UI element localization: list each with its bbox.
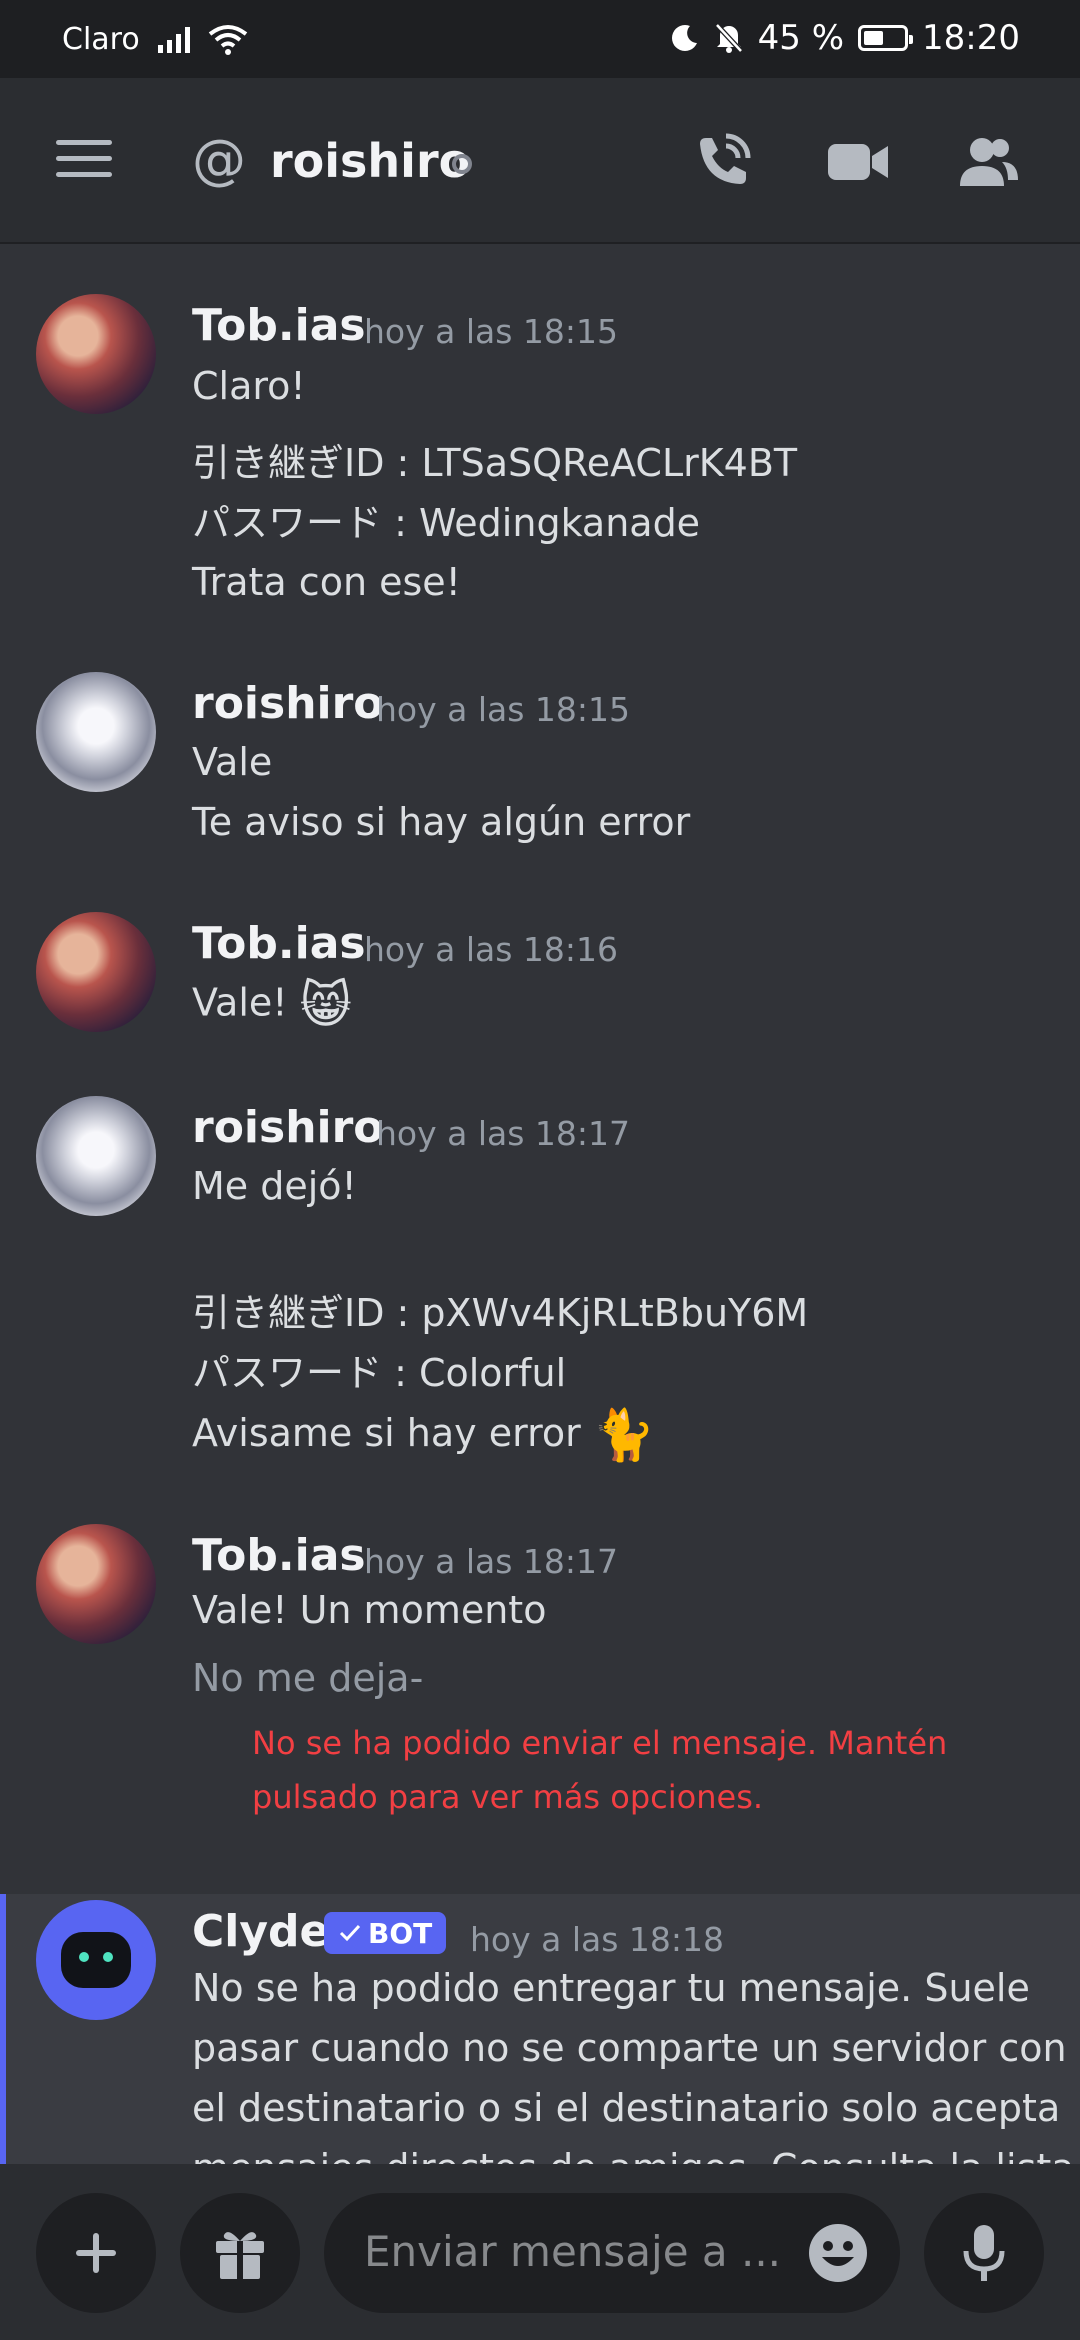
clyde-avatar[interactable] [36, 1900, 156, 2020]
avatar[interactable] [36, 912, 156, 1032]
message-list[interactable]: Tob.ias hoy a las 18:15 Claro! 引き継ぎID : … [0, 244, 1080, 2164]
moon-icon [671, 25, 697, 51]
channel-title[interactable]: roishiro [270, 134, 470, 188]
composer-bar: Enviar mensaje a ... [0, 2164, 1080, 2340]
message-author[interactable]: Tob.ias [192, 1530, 366, 1581]
send-error-notice[interactable]: No se ha podido enviar el mensaje. Manté… [252, 1716, 992, 1824]
status-right: 45 % 18:20 [670, 18, 1020, 58]
avatar[interactable] [36, 1524, 156, 1644]
offline-status-icon [452, 154, 472, 174]
message-text: パスワード : Colorful [192, 1351, 567, 1395]
message-input-placeholder: Enviar mensaje a ... [364, 2227, 782, 2276]
message-author[interactable]: Tob.ias [192, 918, 366, 969]
message-text: パスワード : Wedingkanade [192, 501, 701, 545]
message-text: Vale! Un momento [192, 1588, 547, 1632]
message-text: Claro! [192, 364, 306, 408]
status-left: Claro [62, 22, 248, 57]
battery-percent: 45 % [757, 18, 845, 58]
wifi-icon [208, 24, 247, 55]
add-attachment-button[interactable] [36, 2193, 156, 2313]
signal-icon [157, 26, 190, 53]
message-timestamp: hoy a las 18:17 [364, 1542, 619, 1581]
message-text: Me dejó! [192, 1164, 357, 1208]
failed-message-text[interactable]: No me deja- [192, 1656, 423, 1700]
message-text: Trata con ese! [192, 560, 461, 604]
message-author[interactable]: roishiro [192, 678, 384, 729]
voice-message-button[interactable] [924, 2193, 1044, 2313]
carrier-label: Claro [62, 22, 140, 57]
message-text-part: Avisame si hay error [192, 1411, 581, 1455]
message-text: pasar cuando no se comparte un servidor … [192, 2026, 1067, 2070]
microphone-icon [963, 2225, 1005, 2281]
clock: 18:20 [922, 18, 1020, 58]
message-text-part: Vale! [192, 980, 288, 1025]
message-timestamp: hoy a las 18:16 [364, 930, 619, 969]
message-input[interactable]: Enviar mensaje a ... [324, 2193, 900, 2313]
checkmark-icon [339, 1924, 361, 1942]
message-text: Avisame si hay error 🐈 [192, 1406, 655, 1465]
status-bar: Claro 45 % 18:20 [0, 0, 1080, 78]
gift-button[interactable] [180, 2193, 300, 2313]
message-text: No se ha podido entregar tu mensaje. Sue… [192, 1966, 1030, 2010]
avatar[interactable] [36, 294, 156, 414]
message-author[interactable]: roishiro [192, 1102, 384, 1153]
video-call-icon[interactable] [826, 130, 890, 194]
message-author[interactable]: Tob.ias [192, 300, 366, 351]
call-icon[interactable] [690, 130, 754, 194]
avatar[interactable] [36, 1096, 156, 1216]
plus-icon [76, 2233, 116, 2273]
members-icon[interactable] [956, 130, 1020, 194]
message-text: el destinatario o si el destinatario sol… [192, 2086, 1061, 2130]
message-text: 引き継ぎID : LTSaSQReACLrK4BT [192, 441, 798, 485]
muted-bell-icon [714, 23, 743, 53]
avatar[interactable] [36, 672, 156, 792]
message-text: Te aviso si hay algún error [192, 800, 691, 844]
bot-badge-label: BOT [368, 1916, 433, 1950]
send-error-line: pulsado para ver más opciones. [252, 1778, 764, 1816]
at-icon: @ [192, 128, 246, 191]
message-text: Vale! 😸 [192, 976, 352, 1034]
channel-header: @ roishiro [0, 78, 1080, 244]
message-timestamp: hoy a las 18:17 [376, 1114, 631, 1153]
menu-icon[interactable] [56, 140, 112, 178]
bot-badge: BOT [324, 1912, 447, 1954]
cat-emoji[interactable]: 🐈 [593, 1406, 655, 1465]
send-error-line: No se ha podido enviar el mensaje. Manté… [252, 1724, 948, 1762]
message-text: 引き継ぎID : pXWv4KjRLtBbuY6M [192, 1291, 809, 1335]
message-timestamp: hoy a las 18:18 [470, 1920, 725, 1959]
message-text: Vale [192, 740, 273, 784]
gift-icon [216, 2232, 264, 2279]
message-timestamp: hoy a las 18:15 [376, 690, 631, 729]
message-timestamp: hoy a las 18:15 [364, 312, 619, 351]
message-text: mensajes directos de amigos. Consulta la… [192, 2146, 1075, 2164]
grinning-cat-emoji[interactable]: 😸 [300, 976, 352, 1034]
battery-icon [858, 25, 914, 51]
emoji-picker-icon[interactable] [806, 2221, 870, 2285]
message-author[interactable]: Clyde [192, 1906, 329, 1957]
